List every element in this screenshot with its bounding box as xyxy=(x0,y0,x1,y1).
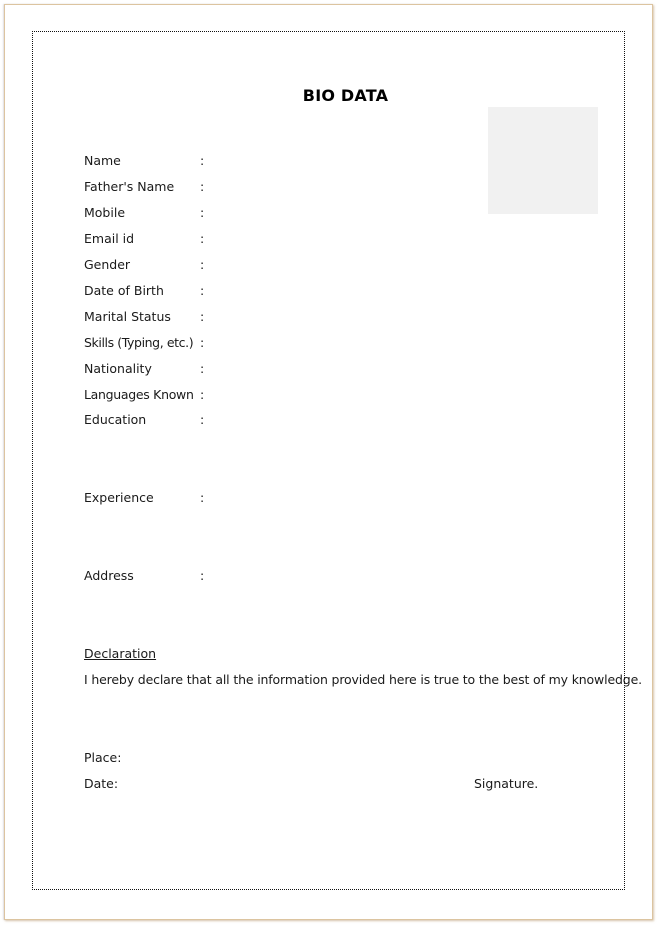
signature-label: Signature. xyxy=(474,776,539,791)
field-separator: : xyxy=(200,283,205,298)
field-value-gender[interactable] xyxy=(214,257,594,273)
place-label: Place: xyxy=(84,750,122,765)
declaration-text: I hereby declare that all the informatio… xyxy=(84,672,642,687)
field-separator: : xyxy=(200,387,205,402)
field-separator: : xyxy=(200,335,205,350)
field-separator: : xyxy=(200,568,205,583)
field-value-experience[interactable] xyxy=(214,490,594,506)
field-value-nationality[interactable] xyxy=(214,361,594,377)
field-value-date-of-birth[interactable] xyxy=(214,283,594,299)
field-separator: : xyxy=(200,257,205,272)
field-label: Date of Birth xyxy=(84,283,164,298)
field-value-name[interactable] xyxy=(214,153,594,169)
field-label: Name xyxy=(84,153,121,168)
field-value-fathers-name[interactable] xyxy=(214,179,594,195)
field-separator: : xyxy=(200,412,205,427)
field-label: Marital Status xyxy=(84,309,171,324)
field-separator: : xyxy=(200,361,205,376)
field-label: Mobile xyxy=(84,205,126,220)
field-separator: : xyxy=(200,179,205,194)
field-value-languages-known[interactable] xyxy=(214,387,594,403)
field-label: Languages Known xyxy=(84,387,194,402)
field-value-marital-status[interactable] xyxy=(214,309,594,325)
field-separator: : xyxy=(200,490,205,505)
field-separator: : xyxy=(200,231,205,246)
field-label: Nationality xyxy=(84,361,152,376)
field-value-skills[interactable] xyxy=(214,335,594,351)
field-label: Experience xyxy=(84,490,154,505)
field-separator: : xyxy=(200,153,205,168)
date-label: Date: xyxy=(84,776,119,791)
document-title: BIO DATA xyxy=(302,86,389,105)
field-separator: : xyxy=(200,309,205,324)
field-value-education[interactable] xyxy=(214,412,594,428)
field-label: Address xyxy=(84,568,134,583)
field-separator: : xyxy=(200,205,205,220)
field-label: Skills (Typing, etc.) xyxy=(84,335,194,350)
field-value-mobile[interactable] xyxy=(214,205,594,221)
field-label: Email id xyxy=(84,231,135,246)
field-label: Education xyxy=(84,412,147,427)
field-value-email[interactable] xyxy=(214,231,594,247)
field-label: Father's Name xyxy=(84,179,175,194)
declaration-heading: Declaration xyxy=(84,646,157,661)
field-value-address[interactable] xyxy=(214,568,594,584)
field-label: Gender xyxy=(84,257,131,272)
